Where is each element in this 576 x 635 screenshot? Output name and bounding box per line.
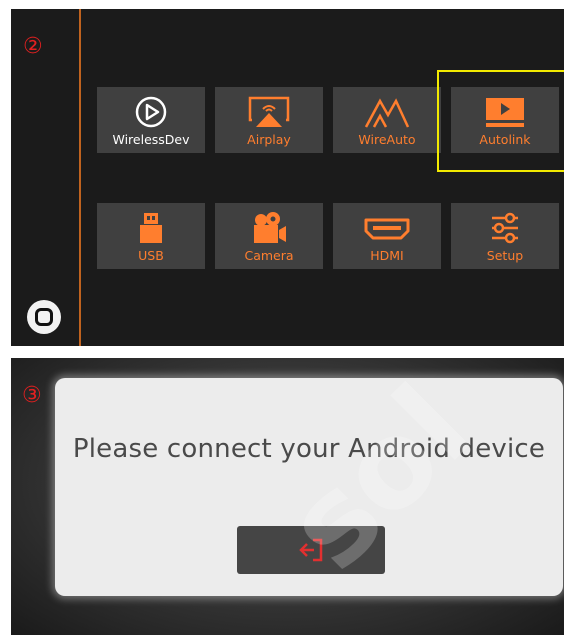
tile-label-wirelessdev: WirelessDev bbox=[112, 132, 190, 147]
play-circle-icon bbox=[97, 94, 205, 130]
step-2-marker: ② bbox=[23, 34, 43, 59]
usb-drive-icon bbox=[97, 210, 205, 246]
sliders-icon bbox=[451, 210, 559, 246]
sidebar-divider bbox=[79, 9, 81, 346]
home-square-icon bbox=[35, 308, 53, 326]
tile-label-setup: Setup bbox=[486, 248, 524, 263]
tile-label-wireauto: WireAuto bbox=[358, 132, 416, 147]
tile-airplay[interactable]: Airplay bbox=[215, 87, 323, 153]
step-3-marker: ③ bbox=[22, 383, 42, 408]
tile-usb[interactable]: USB bbox=[97, 203, 205, 269]
tile-label-airplay: Airplay bbox=[247, 132, 291, 147]
airplay-icon bbox=[215, 94, 323, 130]
tile-wirelessdev[interactable]: WirelessDev bbox=[97, 87, 205, 153]
camera-icon bbox=[215, 210, 323, 246]
tile-setup[interactable]: Setup bbox=[451, 203, 559, 269]
android-connect-screen: Please connect your Android device sol ③ bbox=[11, 358, 564, 635]
tile-label-camera: Camera bbox=[244, 248, 294, 263]
tile-hdmi[interactable]: HDMI bbox=[333, 203, 441, 269]
home-button[interactable] bbox=[27, 300, 61, 334]
hdmi-icon bbox=[333, 210, 441, 246]
mountain-icon bbox=[333, 94, 441, 130]
tile-label-hdmi: HDMI bbox=[370, 248, 404, 263]
selection-highlight bbox=[437, 70, 564, 172]
tile-label-usb: USB bbox=[138, 248, 164, 263]
launcher-screen: ② WirelessDev Airplay WireAuto Autolink … bbox=[11, 9, 564, 346]
tile-camera[interactable]: Camera bbox=[215, 203, 323, 269]
tile-wireauto[interactable]: WireAuto bbox=[333, 87, 441, 153]
